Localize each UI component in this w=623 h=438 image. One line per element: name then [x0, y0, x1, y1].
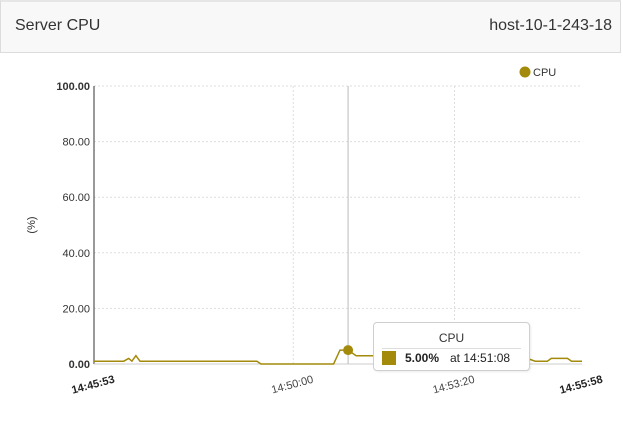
x-tick-label: 14:53:20 — [432, 374, 476, 397]
chart-tooltip: CPU 5.00% at 14:51:08 — [373, 322, 530, 371]
y-tick-label: 60.00 — [62, 192, 90, 204]
tooltip-color-swatch — [382, 351, 396, 365]
x-tick-label: 14:45:53 — [70, 374, 116, 397]
x-tick-label: 14:50:00 — [270, 374, 314, 397]
hover-point-marker — [343, 345, 354, 356]
y-tick-label: 100.00 — [56, 81, 90, 93]
tooltip-series-name: CPU — [438, 331, 465, 345]
y-tick-label: 80.00 — [62, 137, 90, 149]
tooltip-timestamp: at 14:51:08 — [450, 351, 511, 365]
y-tick-label: 20.00 — [62, 303, 90, 315]
server-cpu-panel: Server CPU host-10-1-243-18 0.00 20.00 40.… — [0, 0, 623, 438]
legend-marker-cpu — [519, 66, 531, 78]
x-tick-label: 14:55:58 — [558, 374, 604, 397]
y-tick-label: 0.00 — [69, 359, 90, 371]
tooltip-value: 5.00% — [405, 351, 440, 365]
legend-label-cpu: CPU — [533, 67, 556, 79]
cpu-chart[interactable]: 0.00 20.00 40.00 60.00 80.00 100.00 14:45:53 14… — [0, 0, 623, 438]
y-axis-label: (%) — [26, 216, 38, 233]
tooltip-divider — [382, 348, 521, 349]
y-tick-label: 40.00 — [62, 248, 90, 260]
